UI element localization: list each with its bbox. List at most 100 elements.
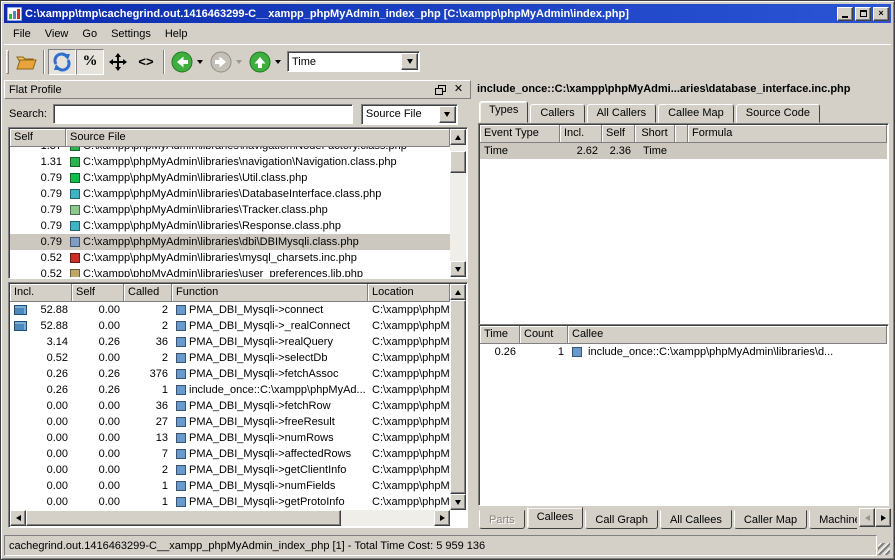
table-row[interactable]: 0.000.002PMA_DBI_Mysqli->getClientInfoC:…: [10, 462, 450, 478]
table-row[interactable]: Time2.622.36Time: [480, 143, 887, 159]
menu-item-help[interactable]: Help: [158, 26, 195, 42]
resize-grip[interactable]: [878, 543, 890, 555]
table-row[interactable]: 0.000.007PMA_DBI_Mysqli->affectedRowsC:\…: [10, 446, 450, 462]
table-row[interactable]: 0.000.0013PMA_DBI_Mysqli->numRowsC:\xamp…: [10, 430, 450, 446]
scrollbar-thumb[interactable]: [450, 300, 466, 494]
column-header-spacer[interactable]: [675, 125, 688, 143]
scroll-down-button[interactable]: [450, 261, 466, 277]
scroll-up-button[interactable]: [450, 284, 466, 300]
up-button[interactable]: [246, 49, 274, 75]
tab-callers[interactable]: Callers: [530, 104, 584, 123]
open-file-button[interactable]: [12, 49, 40, 75]
incl-cost-cell: 0.00: [10, 462, 72, 478]
table-row[interactable]: 0.000.0036PMA_DBI_Mysqli->fetchRowC:\xam…: [10, 398, 450, 414]
tab-callees[interactable]: Callees: [527, 507, 584, 529]
percent-icon: %: [83, 53, 98, 70]
column-header-source-file[interactable]: Source File: [66, 129, 450, 147]
reload-button[interactable]: [48, 49, 76, 75]
relative-percent-button[interactable]: %: [76, 49, 104, 75]
menu-item-view[interactable]: View: [38, 26, 76, 42]
expand-collapse-button[interactable]: <>: [132, 49, 160, 75]
dock-title-bar[interactable]: Flat Profile ✕: [4, 80, 471, 99]
column-header-time[interactable]: Time: [480, 326, 520, 344]
tab-call-graph[interactable]: Call Graph: [585, 510, 658, 529]
combo-dropdown-button[interactable]: [439, 106, 456, 123]
forward-dropdown-caret[interactable]: [236, 60, 242, 64]
column-header-incl-[interactable]: Incl.: [10, 284, 72, 302]
dock-float-button[interactable]: [433, 83, 448, 97]
scroll-right-button[interactable]: [434, 510, 450, 526]
scroll-up-button[interactable]: [450, 129, 466, 145]
scrollbar-thumb[interactable]: [26, 510, 341, 526]
forward-button[interactable]: [207, 49, 235, 75]
menu-item-go[interactable]: Go: [75, 26, 104, 42]
back-dropdown-caret[interactable]: [197, 60, 203, 64]
table-row[interactable]: 0.000.0027PMA_DBI_Mysqli->freeResultC:\x…: [10, 414, 450, 430]
search-input[interactable]: [53, 104, 353, 124]
horizontal-scrollbar[interactable]: [10, 510, 450, 526]
tab-all-callees[interactable]: All Callees: [660, 510, 732, 529]
cost-color-icon: [176, 337, 186, 347]
table-row[interactable]: 1.37C:\xampp\phpMyAdmin\libraries\naviga…: [10, 147, 450, 154]
table-row[interactable]: 0.260.261include_once::C:\xampp\phpMyAd.…: [10, 382, 450, 398]
column-header-formula[interactable]: Formula: [688, 125, 887, 143]
table-row[interactable]: 1.31C:\xampp\phpMyAdmin\libraries\naviga…: [10, 154, 450, 170]
tab-all-callers[interactable]: All Callers: [587, 104, 657, 123]
dock-close-button[interactable]: ✕: [451, 83, 466, 97]
scrollbar-thumb[interactable]: [450, 151, 466, 173]
column-header-incl-[interactable]: Incl.: [560, 125, 602, 143]
tab-callee-map[interactable]: Callee Map: [658, 104, 734, 123]
column-header-function[interactable]: Function: [172, 284, 368, 302]
toolbar-handle[interactable]: [6, 50, 9, 74]
tab-types[interactable]: Types: [479, 101, 528, 123]
table-row[interactable]: 0.79C:\xampp\phpMyAdmin\libraries\Util.c…: [10, 170, 450, 186]
tab-scroll-left-button[interactable]: [859, 508, 875, 527]
column-header-count[interactable]: Count: [520, 326, 568, 344]
column-header-self[interactable]: Self: [72, 284, 124, 302]
back-button[interactable]: [168, 49, 196, 75]
table-row[interactable]: 0.52C:\xampp\phpMyAdmin\libraries\user_p…: [10, 266, 450, 277]
menu-item-settings[interactable]: Settings: [104, 26, 158, 42]
close-button[interactable]: ×: [873, 7, 889, 21]
up-dropdown-caret[interactable]: [275, 60, 281, 64]
tab-machine[interactable]: Machine: [809, 510, 857, 529]
scroll-left-button[interactable]: [10, 510, 26, 526]
table-row[interactable]: 3.140.2636PMA_DBI_Mysqli->realQueryC:\xa…: [10, 334, 450, 350]
combo-dropdown-button[interactable]: [401, 53, 418, 70]
table-row[interactable]: 0.261 include_once::C:\xampp\phpMyAdmin\…: [480, 344, 887, 360]
pan-button[interactable]: [104, 49, 132, 75]
column-header-self[interactable]: Self: [10, 129, 66, 147]
table-row[interactable]: 0.260.26376PMA_DBI_Mysqli->fetchAssocC:\…: [10, 366, 450, 382]
table-row[interactable]: 0.79C:\xampp\phpMyAdmin\libraries\dbi\DB…: [10, 234, 450, 250]
event-type-combobox[interactable]: Time: [287, 51, 420, 72]
table-row[interactable]: 0.79C:\xampp\phpMyAdmin\libraries\Databa…: [10, 186, 450, 202]
column-header-self[interactable]: Self: [602, 125, 635, 143]
self-cost-cell: 0.00: [72, 478, 124, 494]
maximize-button[interactable]: [855, 7, 871, 21]
tab-parts[interactable]: Parts: [479, 510, 525, 529]
table-row[interactable]: 0.000.001PMA_DBI_Mysqli->numFieldsC:\xam…: [10, 478, 450, 494]
column-header-called[interactable]: Called: [124, 284, 172, 302]
table-row[interactable]: 0.79C:\xampp\phpMyAdmin\libraries\Respon…: [10, 218, 450, 234]
group-by-combobox[interactable]: Source File: [361, 104, 458, 125]
self-cost-cell: 0.79: [10, 234, 66, 250]
table-row[interactable]: 0.79C:\xampp\phpMyAdmin\libraries\Tracke…: [10, 202, 450, 218]
column-header-location[interactable]: Location: [368, 284, 450, 302]
title-bar[interactable]: C:\xampp\tmp\cachegrind.out.1416463299-C…: [4, 4, 891, 23]
tab-source-code[interactable]: Source Code: [736, 104, 820, 123]
column-header-event-type[interactable]: Event Type: [480, 125, 560, 143]
column-header-callee[interactable]: Callee: [568, 326, 887, 344]
tab-caller-map[interactable]: Caller Map: [734, 510, 807, 529]
table-row[interactable]: 52.880.002PMA_DBI_Mysqli->connectC:\xamp…: [10, 302, 450, 318]
table-row[interactable]: 52.880.002PMA_DBI_Mysqli->_realConnectC:…: [10, 318, 450, 334]
tab-scroll-right-button[interactable]: [875, 508, 891, 527]
column-header-short[interactable]: Short: [635, 125, 675, 143]
minimize-button[interactable]: [837, 7, 853, 21]
vertical-scrollbar[interactable]: [450, 284, 466, 510]
vertical-scrollbar[interactable]: [450, 129, 466, 277]
scroll-down-button[interactable]: [450, 494, 466, 510]
table-row[interactable]: 0.520.002PMA_DBI_Mysqli->selectDbC:\xamp…: [10, 350, 450, 366]
table-row[interactable]: 0.000.001PMA_DBI_Mysqli->getProtoInfoC:\…: [10, 494, 450, 510]
table-row[interactable]: 0.52C:\xampp\phpMyAdmin\libraries\mysql_…: [10, 250, 450, 266]
menu-item-file[interactable]: File: [6, 26, 38, 42]
